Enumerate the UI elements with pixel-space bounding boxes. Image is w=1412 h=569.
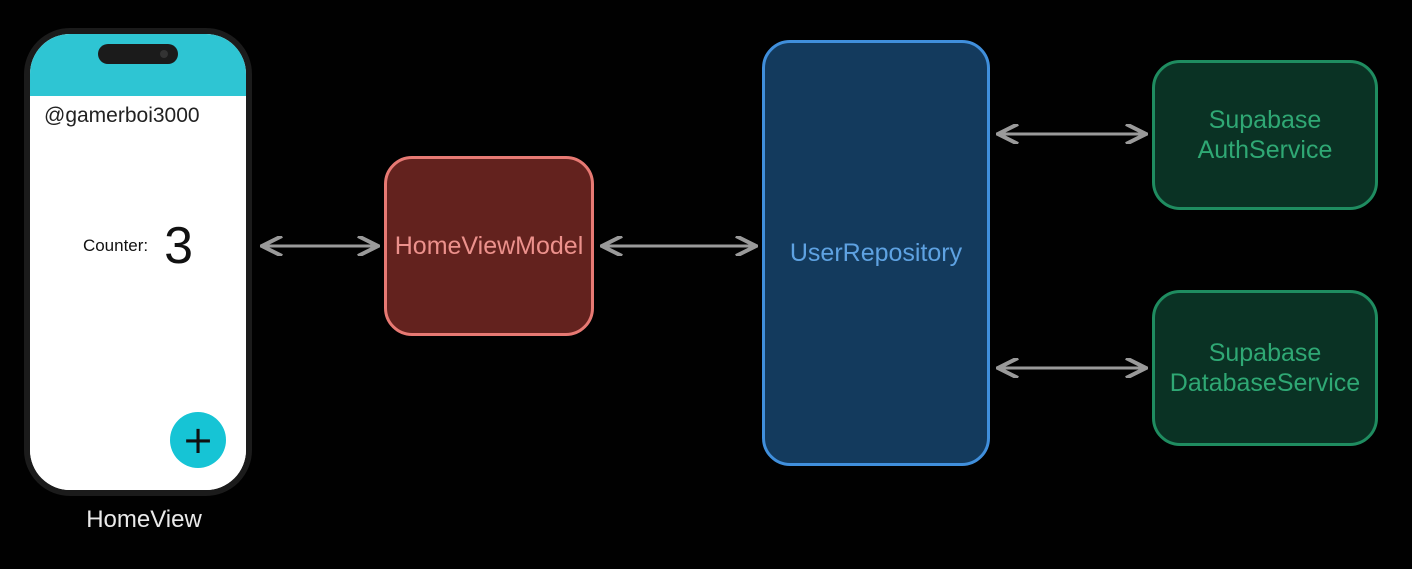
counter-row: Counter: 3 — [30, 220, 246, 272]
user-repository-node: UserRepository — [762, 40, 990, 466]
increment-button[interactable]: + — [170, 412, 226, 468]
phone-mockup: @gamerboi3000 Counter: 3 + — [24, 28, 252, 496]
supabase-auth-service-node: Supabase AuthService — [1152, 60, 1378, 210]
supabase-database-service-node: Supabase DatabaseService — [1152, 290, 1378, 446]
counter-value: 3 — [164, 220, 193, 272]
supabase-auth-service-label: Supabase AuthService — [1198, 105, 1333, 165]
plus-icon: + — [182, 418, 214, 462]
phone-status-bar — [30, 34, 246, 96]
counter-label: Counter: — [83, 236, 148, 256]
home-view-model-node: HomeViewModel — [384, 156, 594, 336]
home-view-caption: HomeView — [24, 506, 264, 534]
user-repository-label: UserRepository — [790, 238, 962, 268]
home-view-model-label: HomeViewModel — [395, 231, 584, 261]
phone-notch — [98, 44, 178, 64]
supabase-database-service-label: Supabase DatabaseService — [1170, 338, 1360, 398]
username-label: @gamerboi3000 — [30, 96, 246, 128]
phone-screen: @gamerboi3000 Counter: 3 + — [30, 96, 246, 490]
